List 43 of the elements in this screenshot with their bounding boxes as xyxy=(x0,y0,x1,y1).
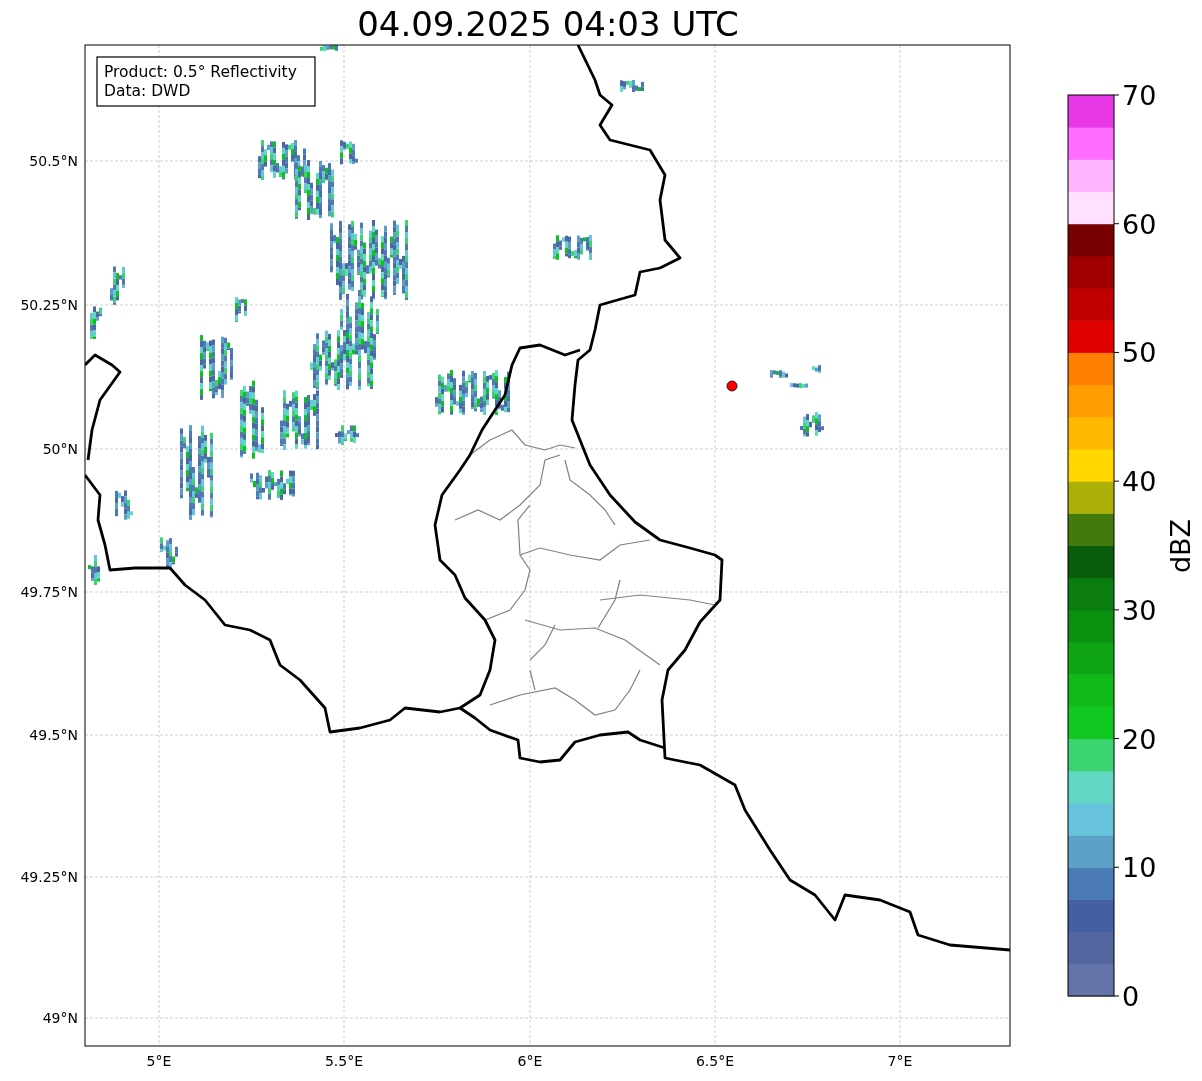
precipitation-echo xyxy=(800,412,824,437)
colorbar-tick-label: 70 xyxy=(1122,80,1157,111)
precipitation-echo xyxy=(553,235,592,260)
legend-text: Data: DWD xyxy=(104,82,191,100)
colorbar-tick-label: 20 xyxy=(1122,723,1157,755)
longitude-label: 7°E xyxy=(887,1053,913,1069)
latitude-label: 50.5°N xyxy=(29,153,78,169)
precipitation-echo xyxy=(790,383,808,388)
latitude-label: 50°N xyxy=(42,441,78,457)
precipitation-echo xyxy=(160,537,178,570)
precipitation-echo xyxy=(90,306,102,339)
colorbar-label: dBZ xyxy=(1165,518,1196,574)
precipitation-echo xyxy=(812,365,821,373)
precipitation-echo xyxy=(770,370,788,378)
precipitation-echo xyxy=(115,490,133,520)
colorbar-tick-label: 0 xyxy=(1122,981,1140,1012)
colorbar-tick-label: 40 xyxy=(1122,466,1157,498)
precipitation-echo xyxy=(235,297,247,322)
colorbar-tick-label: 30 xyxy=(1122,594,1157,626)
longitude-label: 5°E xyxy=(146,1053,172,1069)
precipitation-echo xyxy=(340,140,358,165)
latitude-label: 50.25°N xyxy=(20,297,78,313)
legend-text: Product: 0.5° Reflectivity xyxy=(104,63,297,81)
radar-site-marker xyxy=(726,380,738,392)
longitude-label: 5.5°E xyxy=(324,1053,364,1069)
precipitation-echo xyxy=(250,470,295,500)
precipitation-echo xyxy=(620,80,644,92)
latitude-label: 49.25°N xyxy=(20,869,78,885)
chart-title: 04.09.2025 04:03 UTC xyxy=(357,4,739,44)
precipitation-echo xyxy=(335,425,359,445)
latitude-label: 49.5°N xyxy=(29,727,78,743)
precipitation-echo xyxy=(280,390,319,450)
colorbar-tick-label: 60 xyxy=(1122,208,1157,240)
precipitation-echo xyxy=(320,45,338,51)
longitude-label: 6°E xyxy=(517,1053,543,1069)
precipitation-echo xyxy=(88,555,100,585)
longitude-label: 6.5°E xyxy=(695,1053,735,1069)
latitude-label: 49.75°N xyxy=(20,584,78,600)
colorbar-tick-label: 10 xyxy=(1122,852,1157,884)
precipitation-echo xyxy=(110,266,125,305)
colorbar-tick-label: 50 xyxy=(1122,337,1157,369)
latitude-label: 49°N xyxy=(42,1010,78,1026)
precipitation-echo xyxy=(200,335,233,400)
